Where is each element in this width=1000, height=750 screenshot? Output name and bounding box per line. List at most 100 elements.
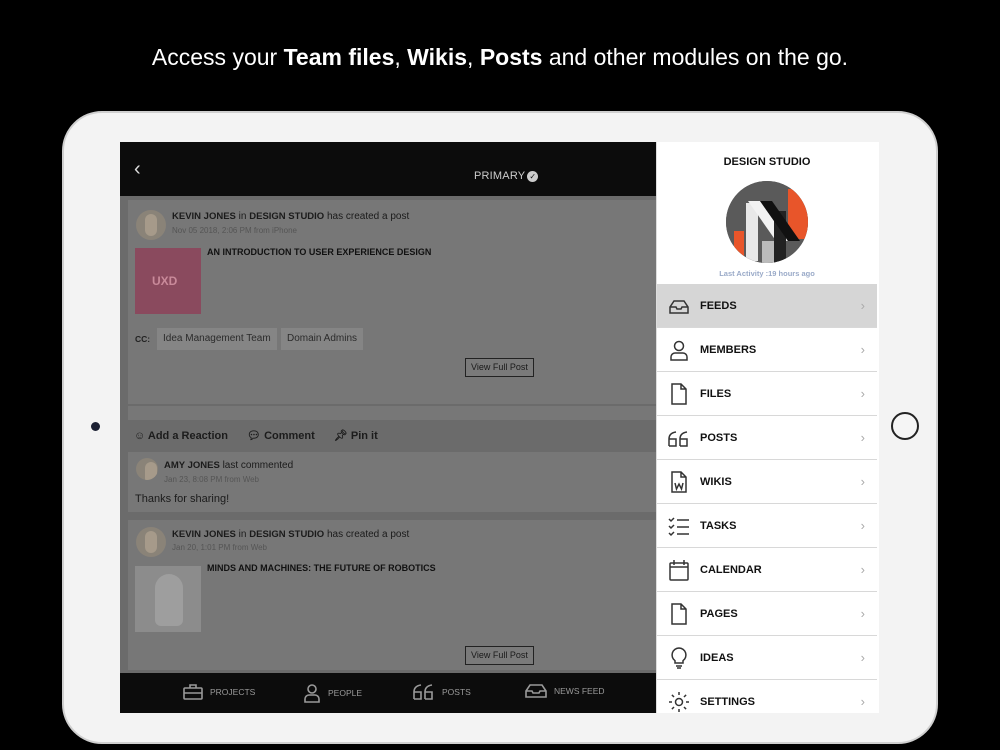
author-name[interactable]: KEVIN JONES [172, 211, 236, 222]
space-logo-graphic [726, 181, 808, 263]
byline-text: has created a post [326, 529, 410, 540]
menu-label: FEEDS [700, 300, 737, 312]
tab-people[interactable]: PEOPLE [302, 683, 362, 703]
avatar [136, 210, 166, 240]
side-drawer: DESIGN STUDIO Last Activity :19 hours ag… [656, 142, 879, 713]
menu-item-members[interactable]: MEMBERS › [657, 328, 877, 372]
menu-label: FILES [700, 388, 732, 400]
author-name[interactable]: AMY JONES [164, 460, 220, 471]
comment-button[interactable]: 💬︎ Comment [247, 430, 323, 442]
briefcase-icon [183, 684, 203, 700]
headline: Access your Team files, Wikis, Posts and… [0, 44, 1000, 71]
chevron-right-icon: › [860, 606, 865, 621]
chevron-down-icon: ✓ [527, 170, 539, 182]
cc-label: CC: [135, 334, 151, 344]
avatar [136, 458, 158, 480]
menu-item-calendar[interactable]: CALENDAR › [657, 548, 877, 592]
post-title[interactable]: MINDS AND MACHINES: THE FUTURE OF ROBOTI… [207, 563, 436, 573]
menu-label: WIKIS [700, 476, 732, 488]
chevron-right-icon: › [860, 518, 865, 533]
chevron-right-icon: › [860, 386, 865, 401]
menu-label: PAGES [700, 608, 738, 620]
avatar [136, 527, 166, 557]
chevron-right-icon: › [860, 298, 865, 313]
post-title[interactable]: AN INTRODUCTION TO USER EXPERIENCE DESIG… [207, 247, 431, 257]
headline-text: Access your [151, 44, 284, 70]
menu-item-pages[interactable]: PAGES › [657, 592, 877, 636]
menu-item-wikis[interactable]: WIKIS › [657, 460, 877, 504]
post-thumbnail[interactable] [135, 566, 201, 632]
menu-item-posts[interactable]: POSTS › [657, 416, 877, 460]
idea-icon [668, 647, 690, 669]
headline-team-files: Team files [283, 44, 395, 70]
tab-label: PROJECTS [210, 687, 256, 697]
comment-byline: AMY JONES last commented [164, 460, 293, 471]
chevron-right-icon: › [860, 342, 865, 357]
post-thumbnail[interactable]: UXD [135, 248, 201, 314]
cc-tag[interactable]: Idea Management Team [157, 328, 277, 350]
reaction-label: Add a Reaction [147, 430, 228, 442]
app-screen: ‹ PRIMARY ✓ KEVIN JONES in DESIGN STUDIO … [120, 142, 879, 713]
stream-title: PRIMARY [474, 170, 526, 182]
stream-selector[interactable]: PRIMARY ✓ [474, 170, 539, 182]
author-name[interactable]: KEVIN JONES [172, 529, 236, 540]
view-full-post-button[interactable]: View Full Post [465, 646, 534, 665]
menu-label: MEMBERS [700, 344, 757, 356]
byline-text: last commented [222, 460, 294, 471]
user-icon [668, 339, 690, 361]
chevron-right-icon: › [860, 430, 865, 445]
menu-item-settings[interactable]: SETTINGS › [657, 680, 877, 713]
pin-button[interactable]: 📌︎ Pin it [334, 430, 386, 442]
chevron-right-icon: › [860, 474, 865, 489]
home-button[interactable] [891, 412, 919, 440]
comment-card: AMY JONES last commented Jan 23, 8:08 PM… [128, 452, 688, 512]
byline-text: in [238, 529, 247, 540]
chevron-right-icon: › [860, 562, 865, 577]
inbox-icon [525, 684, 547, 698]
menu-item-files[interactable]: FILES › [657, 372, 877, 416]
menu-item-feeds[interactable]: FEEDS › [657, 284, 877, 328]
file-icon [668, 383, 690, 405]
tab-news-feed[interactable]: NEWS FEED [524, 683, 605, 699]
comment-meta: Jan 23, 8:08 PM from Web [164, 475, 260, 484]
wiki-icon [668, 471, 690, 493]
headline-posts: Posts [479, 44, 543, 70]
tab-label: PEOPLE [328, 688, 363, 698]
chevron-right-icon: › [860, 650, 865, 665]
headline-text: and other modules on the go. [542, 44, 849, 70]
menu-label: IDEAS [700, 652, 734, 664]
tab-label: NEWS FEED [554, 686, 605, 696]
pin-label: Pin it [350, 430, 378, 442]
quote-icon [668, 427, 690, 449]
quote-icon [413, 684, 433, 700]
headline-wikis: Wikis [407, 44, 468, 70]
view-full-post-button[interactable]: View Full Post [465, 358, 534, 377]
post-actions: ☺ Add a Reaction 💬︎ Comment 📌︎ Pin it [134, 429, 394, 442]
comment-label: Comment [264, 430, 315, 442]
calendar-icon [668, 559, 690, 581]
menu-item-tasks[interactable]: TASKS › [657, 504, 877, 548]
post-byline: KEVIN JONES in DESIGN STUDIO has created… [172, 529, 409, 540]
menu-label: SETTINGS [700, 696, 756, 708]
menu-item-ideas[interactable]: IDEAS › [657, 636, 877, 680]
post-meta: Jan 20, 1:01 PM from Web [172, 543, 268, 552]
byline-text: has created a post [326, 211, 410, 222]
byline-text: in [238, 211, 247, 222]
post-byline: KEVIN JONES in DESIGN STUDIO has created… [172, 211, 409, 222]
space-name[interactable]: DESIGN STUDIO [249, 211, 324, 222]
comment-text: Thanks for sharing! [135, 493, 230, 505]
post-card: KEVIN JONES in DESIGN STUDIO has created… [128, 520, 688, 670]
cc-tag[interactable]: Domain Admins [281, 328, 364, 350]
thumbnail-text: UXD [152, 274, 178, 288]
gear-icon [668, 691, 690, 713]
camera [91, 422, 100, 431]
add-reaction-button[interactable]: ☺ Add a Reaction [134, 430, 236, 442]
back-icon[interactable]: ‹ [134, 159, 152, 179]
tab-posts[interactable]: POSTS [412, 683, 471, 701]
tab-projects[interactable]: PROJECTS [182, 683, 255, 701]
space-name[interactable]: DESIGN STUDIO [249, 529, 324, 540]
tasks-icon [668, 515, 690, 537]
menu-label: CALENDAR [700, 564, 762, 576]
menu-label: POSTS [700, 432, 738, 444]
user-icon [304, 684, 320, 703]
